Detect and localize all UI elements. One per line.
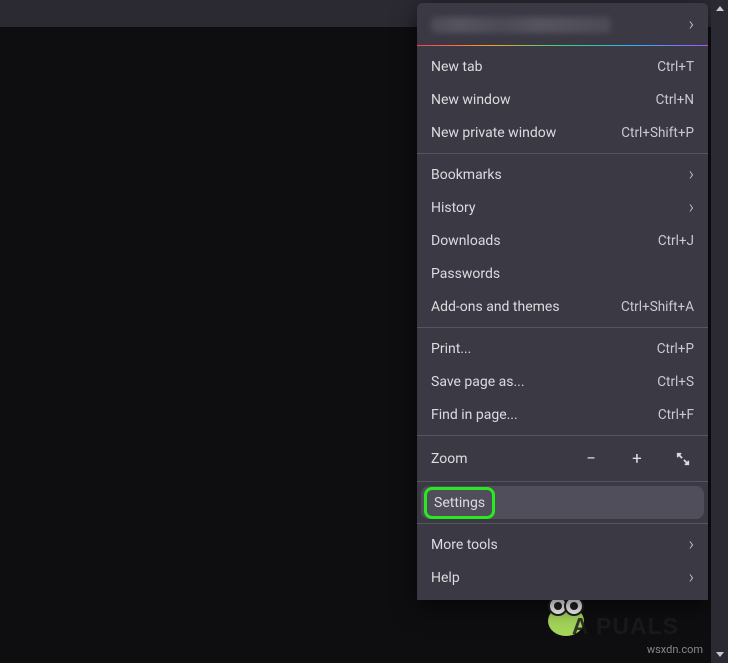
menu-shortcut: Ctrl+T: [657, 59, 694, 75]
zoom-in-button[interactable]: +: [626, 448, 648, 470]
menu-group-zoom: Zoom − +: [417, 436, 708, 482]
chevron-right-icon: ›: [689, 534, 694, 555]
menu-item-bookmarks[interactable]: Bookmarks ›: [417, 158, 708, 191]
menu-label: Add-ons and themes: [431, 299, 560, 315]
scrollbar-down-icon[interactable]: [711, 646, 728, 663]
menu-label: Help: [431, 570, 460, 586]
menu-item-settings[interactable]: Settings: [421, 486, 704, 519]
menu-item-history[interactable]: History ›: [417, 191, 708, 224]
chevron-right-icon: ›: [689, 14, 694, 35]
fullscreen-icon[interactable]: [672, 448, 694, 470]
menu-label: More tools: [431, 537, 498, 553]
menu-label: Save page as...: [431, 374, 525, 390]
menu-label: Bookmarks: [431, 167, 502, 183]
menu-item-help[interactable]: Help ›: [417, 561, 708, 594]
account-email-blurred: [431, 17, 611, 33]
menu-item-save-page-as[interactable]: Save page as... Ctrl+S: [417, 365, 708, 398]
menu-item-passwords[interactable]: Passwords: [417, 257, 708, 290]
menu-shortcut: Ctrl+N: [656, 92, 694, 108]
menu-label: New private window: [431, 125, 556, 141]
scrollbar-track[interactable]: [711, 0, 728, 663]
zoom-row: Zoom − +: [417, 440, 708, 477]
zoom-out-button[interactable]: −: [580, 448, 602, 470]
menu-account-row[interactable]: ›: [417, 3, 708, 46]
menu-label: New window: [431, 92, 510, 108]
chevron-right-icon: ›: [689, 164, 694, 185]
menu-item-new-private-window[interactable]: New private window Ctrl+Shift+P: [417, 116, 708, 149]
menu-group-tabs: New tab Ctrl+T New window Ctrl+N New pri…: [417, 46, 708, 154]
menu-label: Passwords: [431, 266, 500, 282]
appuals-logo-text: A PUALS: [572, 613, 679, 640]
menu-group-page: Print... Ctrl+P Save page as... Ctrl+S F…: [417, 328, 708, 436]
menu-label: Settings: [434, 495, 485, 511]
menu-shortcut: Ctrl+J: [658, 233, 694, 249]
menu-group-more: More tools › Help ›: [417, 524, 708, 598]
menu-shortcut: Ctrl+Shift+P: [621, 125, 694, 141]
menu-item-addons[interactable]: Add-ons and themes Ctrl+Shift+A: [417, 290, 708, 323]
menu-group-settings: Settings: [417, 482, 708, 524]
chevron-right-icon: ›: [689, 197, 694, 218]
menu-label: New tab: [431, 59, 482, 75]
zoom-controls: − +: [580, 448, 694, 470]
menu-shortcut: Ctrl+S: [657, 374, 694, 390]
menu-shortcut: Ctrl+Shift+A: [621, 299, 694, 315]
chevron-right-icon: ›: [689, 567, 694, 588]
menu-item-more-tools[interactable]: More tools ›: [417, 528, 708, 561]
menu-label: History: [431, 200, 476, 216]
menu-label: Find in page...: [431, 407, 518, 423]
menu-group-library: Bookmarks › History › Downloads Ctrl+J P…: [417, 154, 708, 328]
menu-item-print[interactable]: Print... Ctrl+P: [417, 332, 708, 365]
settings-highlight-box: Settings: [424, 487, 495, 519]
menu-item-downloads[interactable]: Downloads Ctrl+J: [417, 224, 708, 257]
menu-label: Downloads: [431, 233, 501, 249]
application-menu: › New tab Ctrl+T New window Ctrl+N New p…: [417, 3, 708, 600]
menu-shortcut: Ctrl+F: [658, 407, 694, 423]
menu-item-new-window[interactable]: New window Ctrl+N: [417, 83, 708, 116]
menu-shortcut: Ctrl+P: [657, 341, 694, 357]
watermark-text: wsxdn.com: [647, 643, 703, 656]
menu-item-find-in-page[interactable]: Find in page... Ctrl+F: [417, 398, 708, 431]
menu-label: Print...: [431, 341, 471, 357]
scrollbar-up-icon[interactable]: [711, 0, 728, 17]
menu-item-new-tab[interactable]: New tab Ctrl+T: [417, 50, 708, 83]
zoom-label: Zoom: [431, 451, 468, 467]
